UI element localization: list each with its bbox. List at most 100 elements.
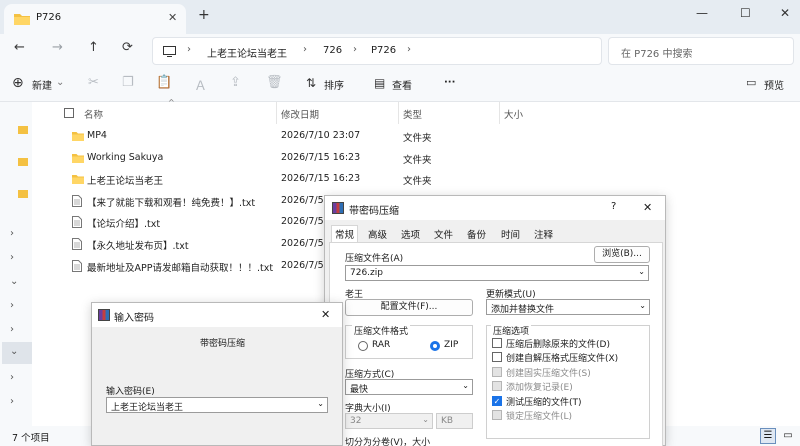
archive-dialog-title: 带密码压缩: [349, 206, 399, 217]
chevron-down-icon: ⌄: [462, 381, 469, 390]
table-row[interactable]: Working Sakuya 2026/7/15 16:23 文件夹: [32, 148, 502, 168]
dictionary-unit-value: KB: [441, 416, 454, 426]
password-input-label: 输入密码(E): [106, 387, 155, 397]
breadcrumb-item[interactable]: 上老王论坛当老王: [207, 45, 287, 60]
format-rar-radio[interactable]: [358, 341, 368, 351]
tiles-view-icon[interactable]: ▭: [780, 428, 796, 444]
update-mode-select[interactable]: 添加并替换文件 ⌄: [486, 299, 650, 315]
archive-name-input[interactable]: 726.zip ⌄: [345, 265, 649, 281]
dictionary-size-value: 32: [350, 416, 362, 426]
column-divider[interactable]: [276, 102, 277, 124]
tab-title: P726: [36, 12, 62, 23]
item-count: 7 个项目: [12, 433, 50, 444]
file-type: 文件夹: [403, 133, 432, 144]
title-bar: P726 ✕ + — ☐ ✕: [0, 0, 800, 34]
archive-options-label: 压缩选项: [491, 324, 532, 337]
profiles-button[interactable]: 配置文件(F)...: [345, 299, 473, 316]
option-checkbox[interactable]: [492, 381, 502, 392]
chevron-right-icon[interactable]: ›: [10, 372, 14, 383]
format-rar-label: RAR: [372, 340, 391, 350]
update-mode-value: 添加并替换文件: [491, 305, 555, 315]
address-bar[interactable]: › 上老王论坛当老王 › 726 › P726 ›: [152, 37, 602, 65]
navigation-pane: › › ⌄ › › ⌄ › ›: [0, 102, 32, 432]
table-row[interactable]: MP4 2026/7/10 23:07 文件夹: [32, 126, 502, 146]
password-dialog-title-bar[interactable]: 输入密码 ✕: [92, 303, 342, 327]
split-volumes-label: 切分为分卷(V)，大小: [345, 438, 431, 446]
dictionary-size-select[interactable]: 32 ⌄: [345, 413, 433, 429]
chevron-down-icon[interactable]: ⌄: [10, 276, 18, 287]
chevron-right-icon[interactable]: ›: [10, 252, 14, 263]
chevron-right-icon: ›: [353, 44, 357, 55]
delete-icon[interactable]: 🗑: [266, 75, 283, 90]
column-header-type[interactable]: 类型: [403, 107, 422, 121]
breadcrumb-item[interactable]: P726: [371, 45, 396, 56]
search-input[interactable]: 在 P726 中搜索: [608, 37, 794, 65]
archive-tab[interactable]: 注释: [534, 227, 553, 241]
maximize-button[interactable]: ☐: [740, 6, 751, 20]
window-close-button[interactable]: ✕: [780, 6, 790, 20]
column-header-date[interactable]: 修改日期: [281, 107, 319, 121]
archive-tab[interactable]: 文件: [434, 227, 453, 241]
preview-button[interactable]: 预览: [764, 77, 784, 92]
new-button[interactable]: 新建: [32, 77, 52, 92]
more-button[interactable]: ···: [444, 77, 455, 88]
file-date: 2026/7/15 16:23: [281, 151, 361, 163]
password-input[interactable]: 上老王论坛当老王 ⌄: [106, 397, 328, 413]
format-zip-radio[interactable]: [430, 341, 440, 351]
archive-options-group: 压缩选项 压缩后删除原来的文件(D) 创建自解压格式压缩文件(X) 创建固实压缩文件…: [486, 324, 650, 439]
password-dialog-subtitle: 带密码压缩: [200, 339, 246, 349]
password-dialog-close-button[interactable]: ✕: [321, 308, 330, 321]
refresh-button[interactable]: ⟳: [122, 40, 133, 55]
help-button[interactable]: ?: [611, 201, 616, 212]
column-header-name[interactable]: 名称: [84, 107, 103, 121]
share-icon[interactable]: ⇪: [230, 75, 241, 90]
archive-tab[interactable]: 高级: [368, 227, 387, 241]
tab-p726[interactable]: P726 ✕: [4, 4, 186, 34]
archive-name-value: 726.zip: [350, 268, 383, 278]
select-all-checkbox[interactable]: [64, 108, 74, 118]
option-checkbox[interactable]: [492, 352, 502, 363]
table-row[interactable]: 上老王论坛当老王 2026/7/15 16:23 文件夹: [32, 169, 502, 189]
sort-button[interactable]: 排序: [324, 77, 344, 92]
cut-icon[interactable]: ✂: [88, 75, 99, 90]
forward-button[interactable]: →: [52, 40, 63, 55]
rename-icon[interactable]: Ａ: [194, 75, 207, 94]
option-checkbox[interactable]: [492, 410, 502, 420]
view-button[interactable]: 查看: [392, 77, 412, 92]
file-name: MP4: [87, 130, 107, 141]
details-view-icon[interactable]: ☰: [760, 428, 776, 444]
browse-button[interactable]: 浏览(B)...: [594, 246, 650, 263]
dictionary-unit-select[interactable]: KB: [436, 413, 473, 429]
option-checkbox[interactable]: [492, 338, 502, 348]
chevron-right-icon[interactable]: ›: [10, 228, 14, 239]
chevron-right-icon[interactable]: ›: [10, 396, 14, 407]
archive-tab[interactable]: 选项: [401, 227, 420, 241]
up-button[interactable]: ↑: [88, 40, 99, 55]
column-divider[interactable]: [499, 102, 500, 124]
archive-tab[interactable]: 时间: [501, 227, 520, 241]
chevron-down-icon[interactable]: ⌄: [10, 346, 18, 357]
compression-method-value: 最快: [350, 385, 369, 395]
copy-icon[interactable]: ❐: [122, 75, 134, 90]
breadcrumb-item[interactable]: 726: [323, 45, 342, 56]
archive-tab[interactable]: 常规: [331, 225, 359, 242]
paste-icon[interactable]: 📋: [156, 75, 172, 90]
new-tab-button[interactable]: +: [198, 7, 210, 23]
file-type: 文件夹: [403, 176, 432, 188]
archive-tab[interactable]: 备份: [467, 227, 486, 241]
archive-dialog-title-bar[interactable]: 带密码压缩 ? ✕: [325, 196, 665, 220]
tab-close-icon[interactable]: ✕: [168, 11, 177, 24]
back-button[interactable]: ←: [14, 40, 25, 55]
folder-icon: [72, 175, 84, 185]
compression-method-select[interactable]: 最快 ⌄: [345, 379, 473, 395]
archive-dialog-close-button[interactable]: ✕: [643, 201, 652, 214]
minimize-button[interactable]: —: [696, 6, 708, 20]
column-header-size[interactable]: 大小: [504, 107, 523, 121]
file-date: 2026/7/10 23:07: [281, 130, 361, 141]
option-checkbox[interactable]: ✓: [492, 395, 502, 406]
computer-icon: [163, 46, 176, 57]
column-divider[interactable]: [398, 102, 399, 124]
chevron-right-icon[interactable]: ›: [10, 300, 14, 311]
chevron-right-icon[interactable]: ›: [10, 324, 14, 335]
option-checkbox[interactable]: [492, 366, 502, 377]
